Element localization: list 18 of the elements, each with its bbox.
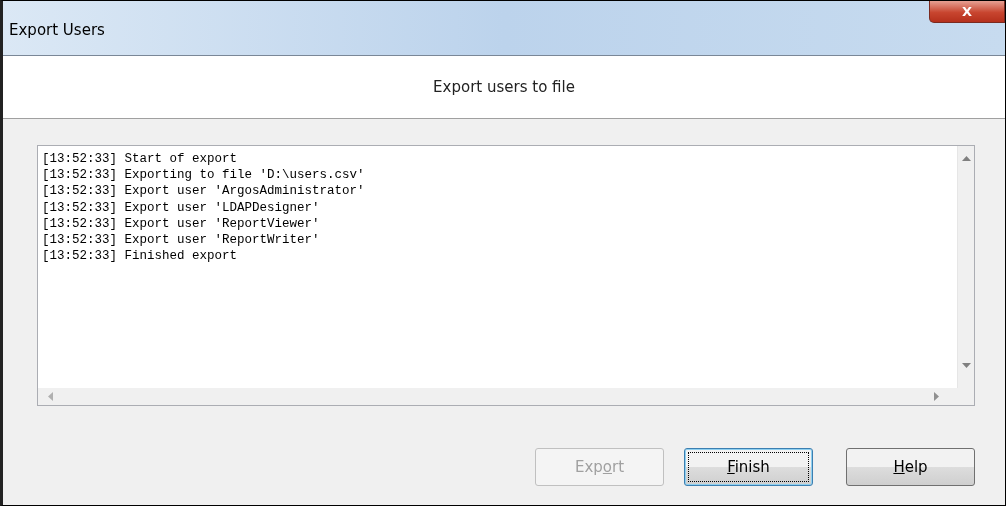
window-title: Export Users (9, 21, 105, 39)
horizontal-scrollbar[interactable] (38, 388, 957, 405)
log-line: [13:52:33] Export user 'ArgosAdministrator' (42, 183, 365, 200)
close-button[interactable]: X (929, 1, 1005, 23)
scroll-down-icon[interactable] (961, 363, 971, 368)
log-line: [13:52:33] Export user 'ReportWriter' (42, 232, 320, 249)
log-line: [13:52:33] Exporting to file 'D:\users.csv' (42, 167, 365, 184)
vertical-scrollbar[interactable] (957, 146, 974, 388)
page-header: Export users to file (3, 56, 1005, 119)
log-line: [13:52:33] Export user 'ReportViewer' (42, 215, 320, 232)
log-line: [13:52:33] Start of export (42, 151, 238, 168)
scroll-left-icon[interactable] (48, 392, 53, 401)
log-line: [13:52:33] Export user 'LDAPDesigner' (42, 199, 320, 216)
dialog-button[interactable]: Help (846, 448, 975, 486)
log-line: [13:52:33] Finished export (42, 248, 238, 265)
scroll-up-icon[interactable] (961, 156, 971, 161)
scroll-right-icon[interactable] (934, 392, 939, 401)
dialog-button[interactable]: Finish (684, 448, 813, 486)
